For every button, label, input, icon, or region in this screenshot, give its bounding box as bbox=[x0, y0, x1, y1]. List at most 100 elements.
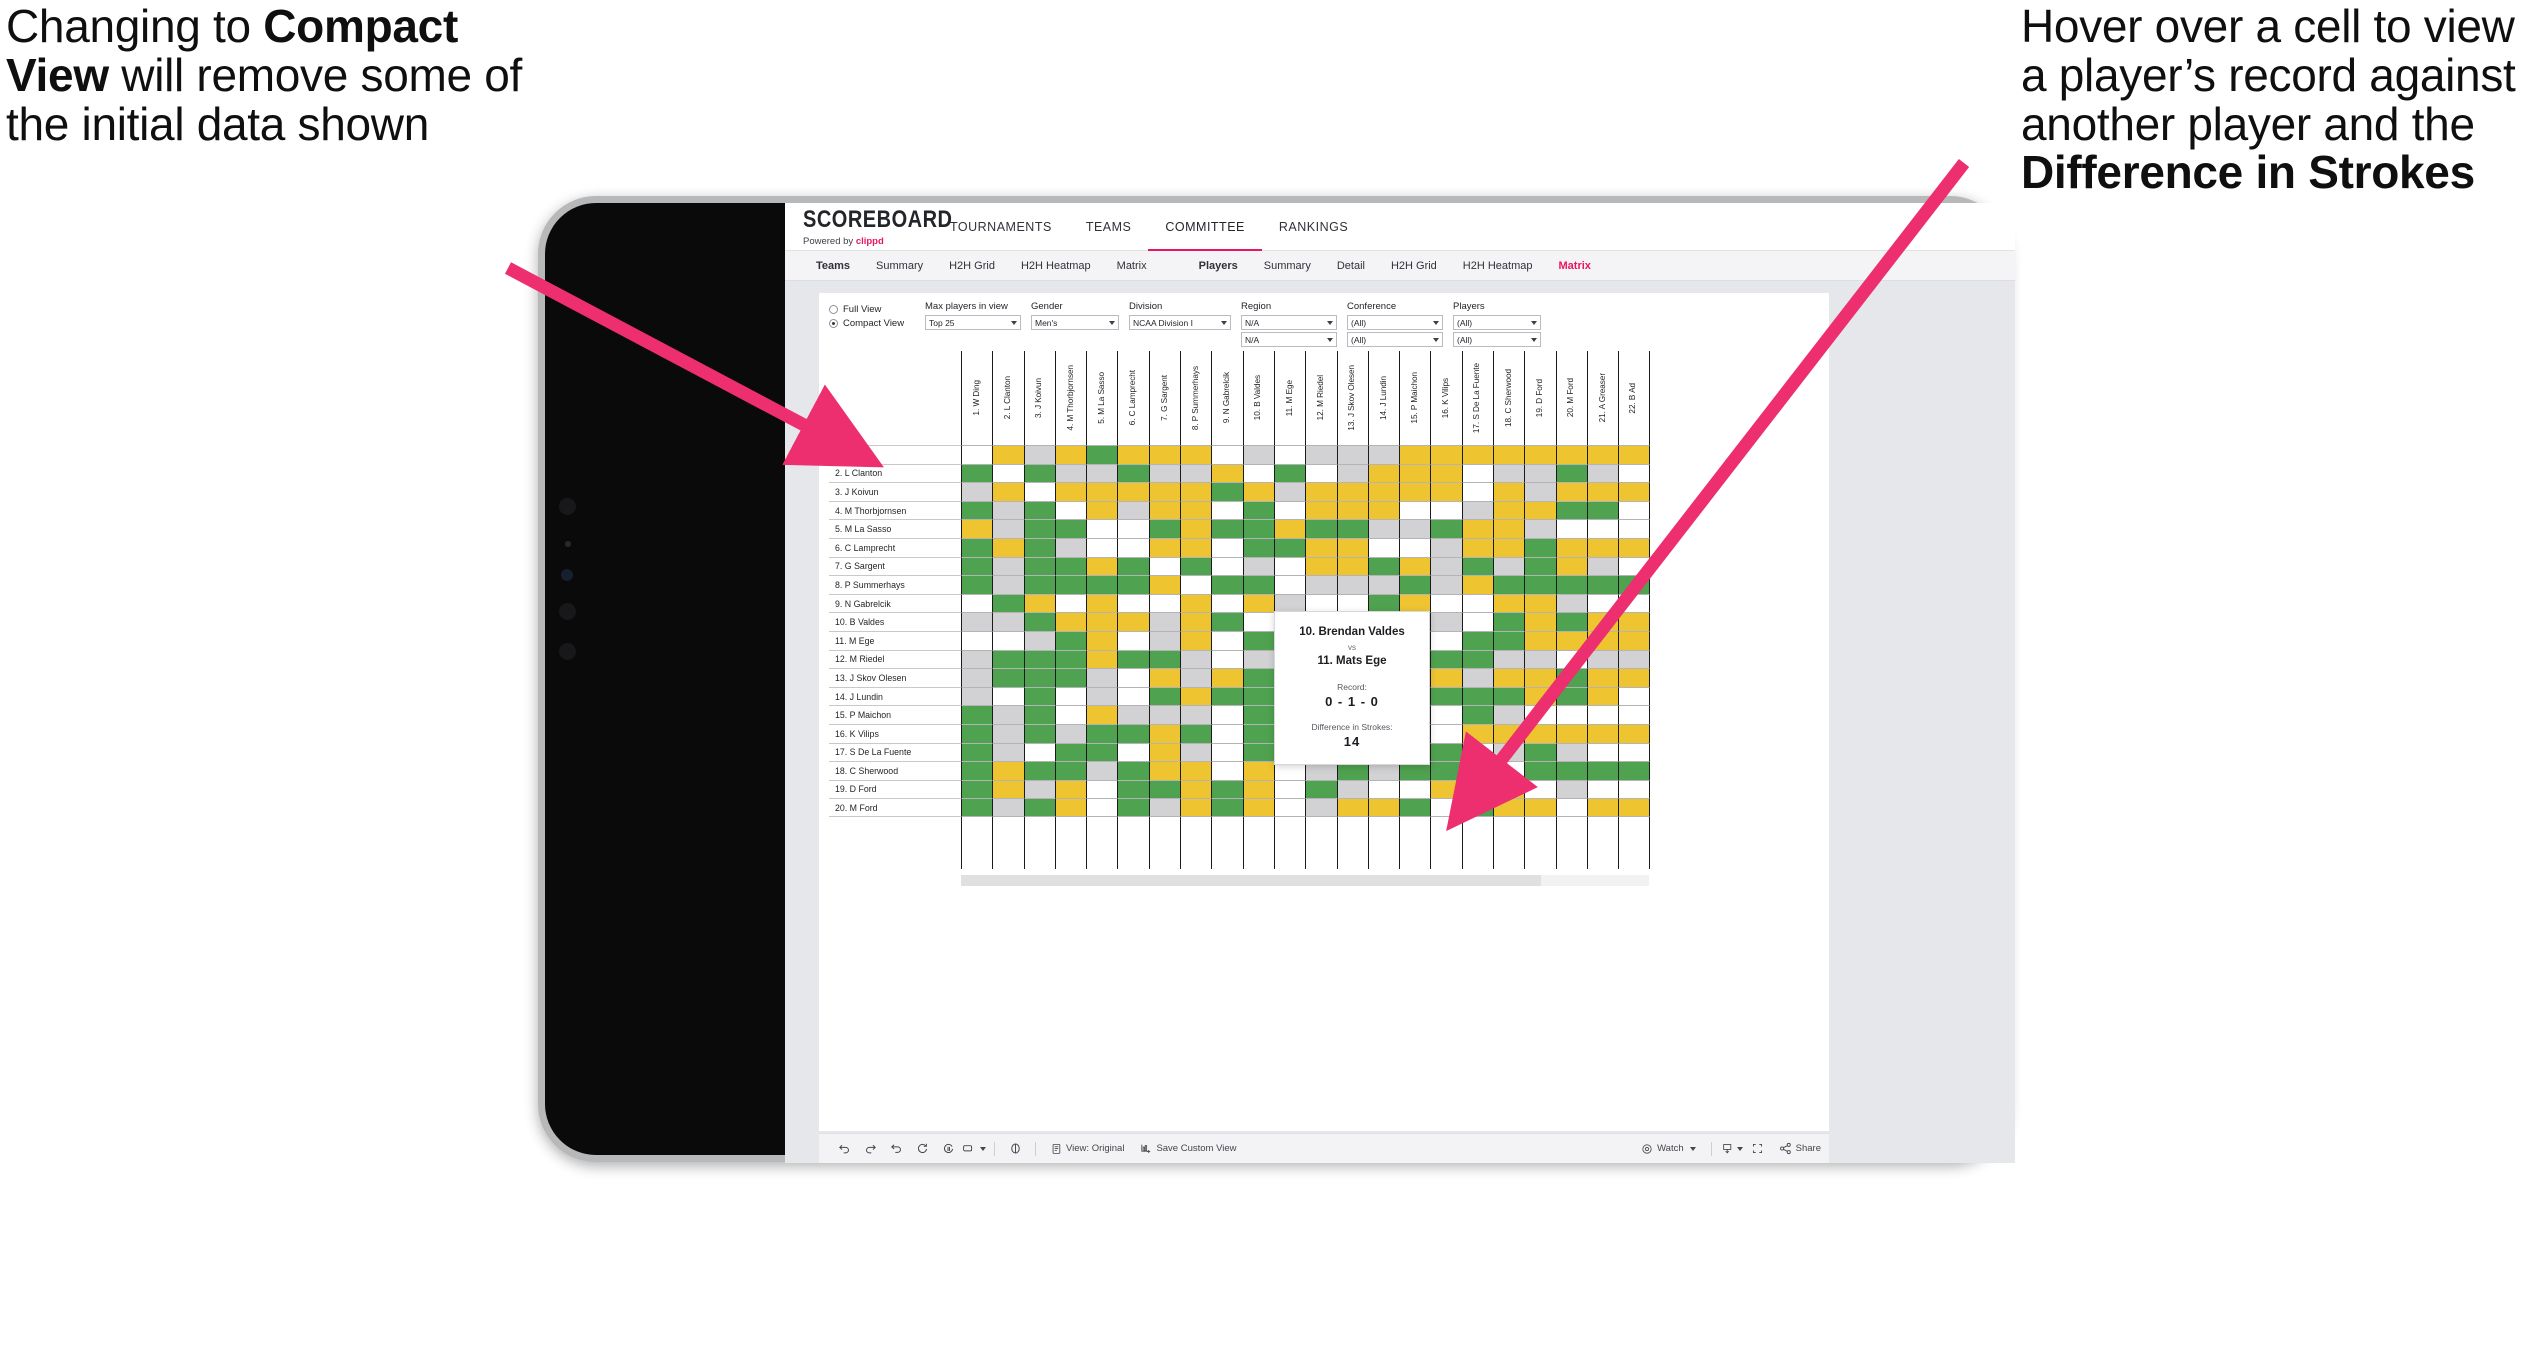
matrix-cell[interactable] bbox=[1180, 630, 1212, 650]
matrix-cell[interactable] bbox=[1242, 556, 1274, 576]
matrix-cell[interactable] bbox=[1430, 463, 1462, 483]
matrix-cell[interactable] bbox=[1117, 593, 1149, 613]
matrix-cell[interactable] bbox=[1180, 445, 1212, 464]
matrix-cell[interactable] bbox=[1242, 779, 1274, 799]
matrix-cell[interactable] bbox=[1618, 482, 1650, 501]
matrix-cell[interactable] bbox=[1586, 482, 1619, 501]
topnav-teams[interactable]: TEAMS bbox=[1069, 203, 1149, 250]
matrix-cell[interactable] bbox=[1336, 482, 1368, 501]
matrix-cell[interactable] bbox=[1211, 779, 1243, 799]
matrix-cell[interactable] bbox=[1117, 649, 1149, 669]
matrix-cell[interactable] bbox=[1023, 723, 1055, 743]
matrix-cell[interactable] bbox=[1367, 482, 1400, 501]
subnav-teams-h2h-heatmap[interactable]: H2H Heatmap bbox=[1008, 260, 1104, 272]
matrix-cell[interactable] bbox=[1117, 612, 1149, 631]
matrix-cell[interactable] bbox=[1430, 612, 1462, 631]
matrix-cell[interactable] bbox=[1430, 445, 1462, 464]
matrix-cell[interactable] bbox=[1493, 630, 1525, 650]
matrix-cell[interactable] bbox=[1086, 630, 1118, 650]
matrix-cell[interactable] bbox=[1117, 723, 1149, 743]
matrix-cell[interactable] bbox=[1493, 500, 1525, 520]
matrix-cell[interactable] bbox=[1399, 519, 1431, 538]
matrix-cell[interactable] bbox=[1586, 742, 1619, 762]
matrix-cell[interactable] bbox=[1555, 463, 1587, 483]
matrix-cell[interactable] bbox=[1086, 575, 1118, 594]
matrix-cell[interactable] bbox=[961, 649, 993, 669]
matrix-cell[interactable] bbox=[1273, 463, 1306, 483]
matrix-cell[interactable] bbox=[1430, 798, 1462, 817]
matrix-cell[interactable] bbox=[1148, 742, 1181, 762]
chevron-down-icon[interactable] bbox=[1109, 321, 1115, 325]
matrix-cell[interactable] bbox=[1211, 500, 1243, 520]
matrix-cell[interactable] bbox=[1618, 463, 1650, 483]
horizontal-scrollbar-thumb[interactable] bbox=[961, 874, 1541, 886]
select-conference[interactable]: (All) bbox=[1347, 315, 1443, 330]
radio-full-view[interactable]: Full View bbox=[829, 304, 925, 315]
matrix-cell[interactable] bbox=[1211, 556, 1243, 576]
matrix-cell[interactable] bbox=[1117, 445, 1149, 464]
matrix-cell[interactable] bbox=[1524, 742, 1556, 762]
matrix-cell[interactable] bbox=[1180, 575, 1212, 594]
matrix-cell[interactable] bbox=[1461, 519, 1494, 538]
matrix-cell[interactable] bbox=[1399, 556, 1431, 576]
matrix-cell[interactable] bbox=[1367, 519, 1400, 538]
matrix-cell[interactable] bbox=[1461, 761, 1494, 780]
matrix-cell[interactable] bbox=[961, 630, 993, 650]
help-icon[interactable] bbox=[1002, 1136, 1028, 1162]
matrix-cell[interactable] bbox=[1148, 779, 1181, 799]
matrix-cell[interactable] bbox=[1023, 463, 1055, 483]
matrix-cell[interactable] bbox=[1054, 761, 1087, 780]
matrix-cell[interactable] bbox=[1305, 445, 1337, 464]
matrix-cell[interactable] bbox=[1242, 668, 1274, 687]
matrix-cell[interactable] bbox=[1586, 798, 1619, 817]
matrix-cell[interactable] bbox=[1054, 575, 1087, 594]
matrix-cell[interactable] bbox=[1555, 723, 1587, 743]
matrix-cell[interactable] bbox=[992, 575, 1024, 594]
chevron-down-icon[interactable] bbox=[1433, 338, 1439, 342]
matrix-cell[interactable] bbox=[1117, 463, 1149, 483]
matrix-cell[interactable] bbox=[1586, 500, 1619, 520]
matrix-cell[interactable] bbox=[1305, 556, 1337, 576]
matrix-cell[interactable] bbox=[1430, 500, 1462, 520]
matrix-cell[interactable] bbox=[1211, 649, 1243, 669]
matrix-cell[interactable] bbox=[1023, 537, 1055, 557]
matrix-cell[interactable] bbox=[1305, 500, 1337, 520]
matrix-cell[interactable] bbox=[1305, 798, 1337, 817]
matrix-cell[interactable] bbox=[1493, 463, 1525, 483]
matrix-cell[interactable] bbox=[1054, 500, 1087, 520]
matrix-cell[interactable] bbox=[961, 798, 993, 817]
matrix-cell[interactable] bbox=[992, 649, 1024, 669]
matrix-cell[interactable] bbox=[1180, 556, 1212, 576]
matrix-cell[interactable] bbox=[1430, 593, 1462, 613]
matrix-cell[interactable] bbox=[1461, 723, 1494, 743]
matrix-cell[interactable] bbox=[1148, 500, 1181, 520]
subnav-players[interactable]: Players bbox=[1186, 260, 1251, 272]
matrix-cell[interactable] bbox=[1461, 668, 1494, 687]
matrix-cell[interactable] bbox=[1618, 500, 1650, 520]
matrix-cell[interactable] bbox=[1430, 537, 1462, 557]
matrix-cell[interactable] bbox=[961, 779, 993, 799]
matrix-cell[interactable] bbox=[1148, 593, 1181, 613]
share-button[interactable]: Share bbox=[1771, 1142, 1829, 1155]
matrix-cell[interactable] bbox=[1211, 686, 1243, 706]
matrix-cell[interactable] bbox=[1399, 537, 1431, 557]
matrix-cell[interactable] bbox=[1430, 575, 1462, 594]
matrix-cell[interactable] bbox=[1242, 723, 1274, 743]
matrix-cell[interactable] bbox=[1148, 705, 1181, 724]
horizontal-scrollbar[interactable] bbox=[961, 874, 1649, 886]
fullscreen-icon[interactable] bbox=[1745, 1136, 1771, 1162]
matrix-cell[interactable] bbox=[1461, 463, 1494, 483]
matrix-cell[interactable] bbox=[992, 630, 1024, 650]
matrix-cell[interactable] bbox=[992, 761, 1024, 780]
select-max-players[interactable]: Top 25 bbox=[925, 315, 1021, 330]
matrix-cell[interactable] bbox=[1461, 482, 1494, 501]
matrix-cell[interactable] bbox=[1148, 761, 1181, 780]
matrix-cell[interactable] bbox=[1211, 463, 1243, 483]
matrix-cell[interactable] bbox=[1086, 705, 1118, 724]
matrix-cell[interactable] bbox=[1461, 798, 1494, 817]
matrix-cell[interactable] bbox=[1086, 500, 1118, 520]
matrix-cell[interactable] bbox=[1461, 649, 1494, 669]
matrix-cell[interactable] bbox=[1273, 445, 1306, 464]
select-region-secondary[interactable]: N/A bbox=[1241, 332, 1337, 347]
matrix-cell[interactable] bbox=[1086, 463, 1118, 483]
